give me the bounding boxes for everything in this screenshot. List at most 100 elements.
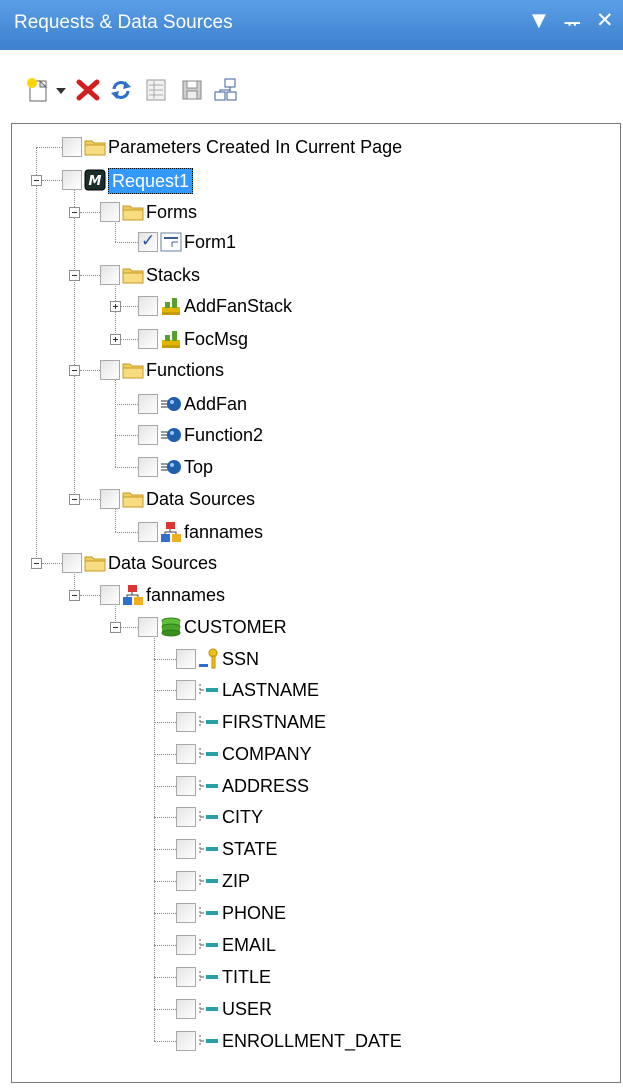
- collapse-toggle[interactable]: [69, 270, 80, 281]
- node-checkbox[interactable]: [176, 744, 196, 764]
- tree-connector-horizontal: [36, 147, 62, 148]
- folder-icon: [122, 201, 144, 223]
- tree-connector-horizontal: [154, 945, 176, 946]
- node-checkbox[interactable]: [176, 807, 196, 827]
- tree-connector-horizontal: [154, 977, 176, 978]
- node-checkbox[interactable]: [100, 265, 120, 285]
- expand-toggle[interactable]: [110, 301, 121, 312]
- tree-node-label[interactable]: EMAIL: [222, 933, 276, 957]
- tree-node-label[interactable]: ENROLLMENT_DATE: [222, 1029, 402, 1053]
- field-icon: [198, 1030, 220, 1052]
- node-checkbox[interactable]: [176, 680, 196, 700]
- tree-node-label[interactable]: Stacks: [146, 263, 200, 287]
- node-checkbox[interactable]: [138, 425, 158, 445]
- tree-node-label[interactable]: CITY: [222, 805, 263, 829]
- svg-text:M: M: [89, 174, 102, 189]
- tree-node-label[interactable]: TITLE: [222, 965, 271, 989]
- collapse-toggle[interactable]: [31, 558, 42, 569]
- tree-node-label[interactable]: Form1: [184, 230, 236, 254]
- node-checkbox[interactable]: [176, 871, 196, 891]
- node-checkbox[interactable]: [138, 329, 158, 349]
- tree-connector-horizontal: [154, 786, 176, 787]
- tree-node-label[interactable]: STATE: [222, 837, 277, 861]
- node-checkbox[interactable]: [176, 649, 196, 669]
- collapse-toggle[interactable]: [110, 622, 121, 633]
- node-checkbox[interactable]: [176, 839, 196, 859]
- node-checkbox[interactable]: [62, 137, 82, 157]
- tree-connector-horizontal: [80, 212, 100, 213]
- tree-node-label[interactable]: PHONE: [222, 901, 286, 925]
- node-checkbox[interactable]: [100, 360, 120, 380]
- field-icon: [198, 934, 220, 956]
- expand-toggle[interactable]: [110, 334, 121, 345]
- tree-node-label[interactable]: Request1: [108, 168, 194, 194]
- field-icon: [198, 998, 220, 1020]
- node-checkbox[interactable]: [176, 712, 196, 732]
- tree-node-label[interactable]: AddFan: [184, 392, 247, 416]
- collapse-toggle[interactable]: [69, 365, 80, 376]
- tree-connector-horizontal: [115, 435, 138, 436]
- tree-connector-horizontal: [154, 1009, 176, 1010]
- collapse-toggle[interactable]: [69, 494, 80, 505]
- tree-node-label[interactable]: ADDRESS: [222, 774, 309, 798]
- tree-node-label[interactable]: SSN: [222, 647, 259, 671]
- tree-connector-horizontal: [80, 595, 100, 596]
- node-checkbox[interactable]: [62, 170, 82, 190]
- stack-icon: [160, 328, 182, 350]
- tree-node-label[interactable]: Forms: [146, 200, 197, 224]
- node-checkbox[interactable]: [138, 457, 158, 477]
- tree-connector-horizontal: [154, 1041, 176, 1042]
- tree-connector-horizontal: [80, 275, 100, 276]
- tree-node-label[interactable]: USER: [222, 997, 272, 1021]
- tree-node-label[interactable]: FocMsg: [184, 327, 248, 351]
- checkmark-icon: ✓: [141, 231, 156, 251]
- node-checkbox[interactable]: [138, 394, 158, 414]
- datasource-icon: [160, 521, 182, 543]
- collapse-toggle[interactable]: [31, 175, 42, 186]
- node-checkbox[interactable]: [176, 967, 196, 987]
- tree-node-label[interactable]: AddFanStack: [184, 294, 292, 318]
- tree-node-label[interactable]: Data Sources: [146, 487, 255, 511]
- node-checkbox[interactable]: [138, 522, 158, 542]
- node-checkbox[interactable]: [176, 999, 196, 1019]
- node-checkbox[interactable]: [62, 553, 82, 573]
- tree-node-label[interactable]: fannames: [146, 583, 225, 607]
- node-checkbox[interactable]: [138, 617, 158, 637]
- node-checkbox[interactable]: ✓: [138, 231, 158, 252]
- tree-node-label[interactable]: fannames: [184, 520, 263, 544]
- datasource-icon: [122, 584, 144, 606]
- folder-icon: [84, 136, 106, 158]
- tree-node-label[interactable]: COMPANY: [222, 742, 312, 766]
- node-checkbox[interactable]: [176, 935, 196, 955]
- function-icon: [160, 456, 182, 478]
- node-checkbox[interactable]: [100, 585, 120, 605]
- collapse-toggle[interactable]: [69, 590, 80, 601]
- field-icon: [198, 679, 220, 701]
- tree-connector-horizontal: [42, 563, 62, 564]
- tree-node-label[interactable]: FIRSTNAME: [222, 710, 326, 734]
- tree-node-label[interactable]: ZIP: [222, 869, 250, 893]
- field-icon: [198, 838, 220, 860]
- node-checkbox[interactable]: [176, 903, 196, 923]
- tree-connector-horizontal: [115, 467, 138, 468]
- node-checkbox[interactable]: [138, 296, 158, 316]
- tree-node-label[interactable]: Data Sources: [108, 551, 217, 575]
- node-checkbox[interactable]: [100, 202, 120, 222]
- tree-connector-horizontal: [80, 499, 100, 500]
- node-checkbox[interactable]: [100, 489, 120, 509]
- tree-node-label[interactable]: Function2: [184, 423, 263, 447]
- tree-connector-horizontal: [154, 849, 176, 850]
- tree-node-label[interactable]: Functions: [146, 358, 224, 382]
- folder-icon: [122, 488, 144, 510]
- tree-node-label[interactable]: LASTNAME: [222, 678, 319, 702]
- tree-node-label[interactable]: Parameters Created In Current Page: [108, 135, 402, 159]
- tree-connector-horizontal: [154, 913, 176, 914]
- tree-connector-horizontal: [154, 722, 176, 723]
- field-icon: [198, 966, 220, 988]
- node-checkbox[interactable]: [176, 1031, 196, 1051]
- collapse-toggle[interactable]: [69, 207, 80, 218]
- tree-node-label[interactable]: CUSTOMER: [184, 615, 287, 639]
- tree-connector-horizontal: [154, 690, 176, 691]
- tree-node-label[interactable]: Top: [184, 455, 213, 479]
- node-checkbox[interactable]: [176, 776, 196, 796]
